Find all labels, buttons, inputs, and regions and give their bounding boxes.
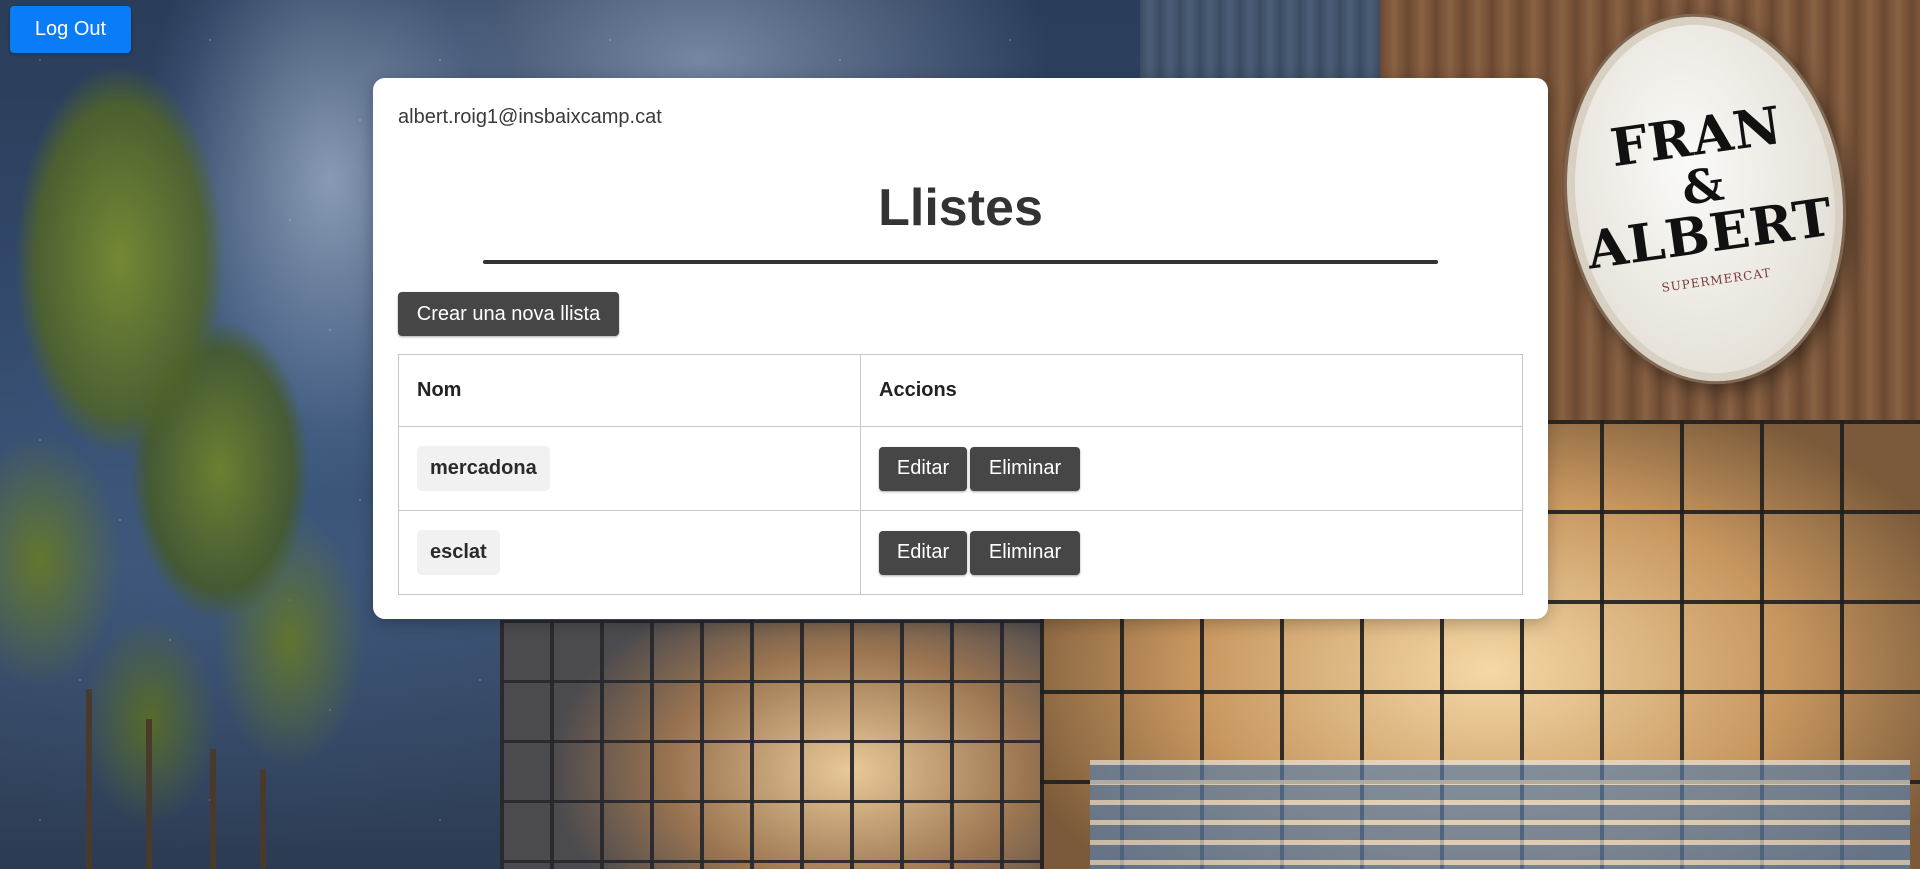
sign-line: ALBERT: [1583, 186, 1837, 282]
lists-table: Nom Accions mercadona Editar Eliminar esc…: [398, 354, 1523, 595]
delete-list-button[interactable]: Eliminar: [970, 530, 1080, 575]
title-divider: [483, 260, 1438, 264]
tree-trunk: [146, 719, 152, 869]
column-header-actions: Accions: [860, 354, 1523, 427]
tree-trunk: [86, 689, 92, 869]
sign-subtitle: SUPERMERCAT: [1660, 265, 1773, 295]
logout-button[interactable]: Log Out: [10, 6, 131, 53]
storefront-left: [500, 620, 1060, 869]
list-name-cell: mercadona: [398, 426, 861, 511]
table-row: esclat Editar Eliminar: [398, 510, 1523, 595]
table-header-row: Nom Accions: [398, 354, 1523, 427]
list-name-cell: esclat: [398, 510, 861, 595]
list-actions-cell: Editar Eliminar: [860, 426, 1523, 511]
building-roof: [1140, 0, 1400, 90]
lists-card: albert.roig1@insbaixcamp.cat Llistes Cre…: [373, 78, 1548, 619]
create-list-button[interactable]: Crear una nova llista: [398, 292, 619, 336]
user-email: albert.roig1@insbaixcamp.cat: [398, 106, 662, 128]
tree-trunk: [210, 749, 216, 869]
trees: [0, 0, 420, 869]
list-name: mercadona: [417, 446, 550, 491]
table-row: mercadona Editar Eliminar: [398, 426, 1523, 511]
store-shelves: [1090, 760, 1910, 869]
edit-list-button[interactable]: Editar: [879, 530, 967, 575]
delete-list-button[interactable]: Eliminar: [970, 446, 1080, 491]
list-name: esclat: [417, 530, 500, 575]
edit-list-button[interactable]: Editar: [879, 446, 967, 491]
page-title: Llistes: [878, 179, 1043, 237]
list-actions-cell: Editar Eliminar: [860, 510, 1523, 595]
tree-trunk: [260, 769, 266, 869]
column-header-name: Nom: [398, 354, 861, 427]
